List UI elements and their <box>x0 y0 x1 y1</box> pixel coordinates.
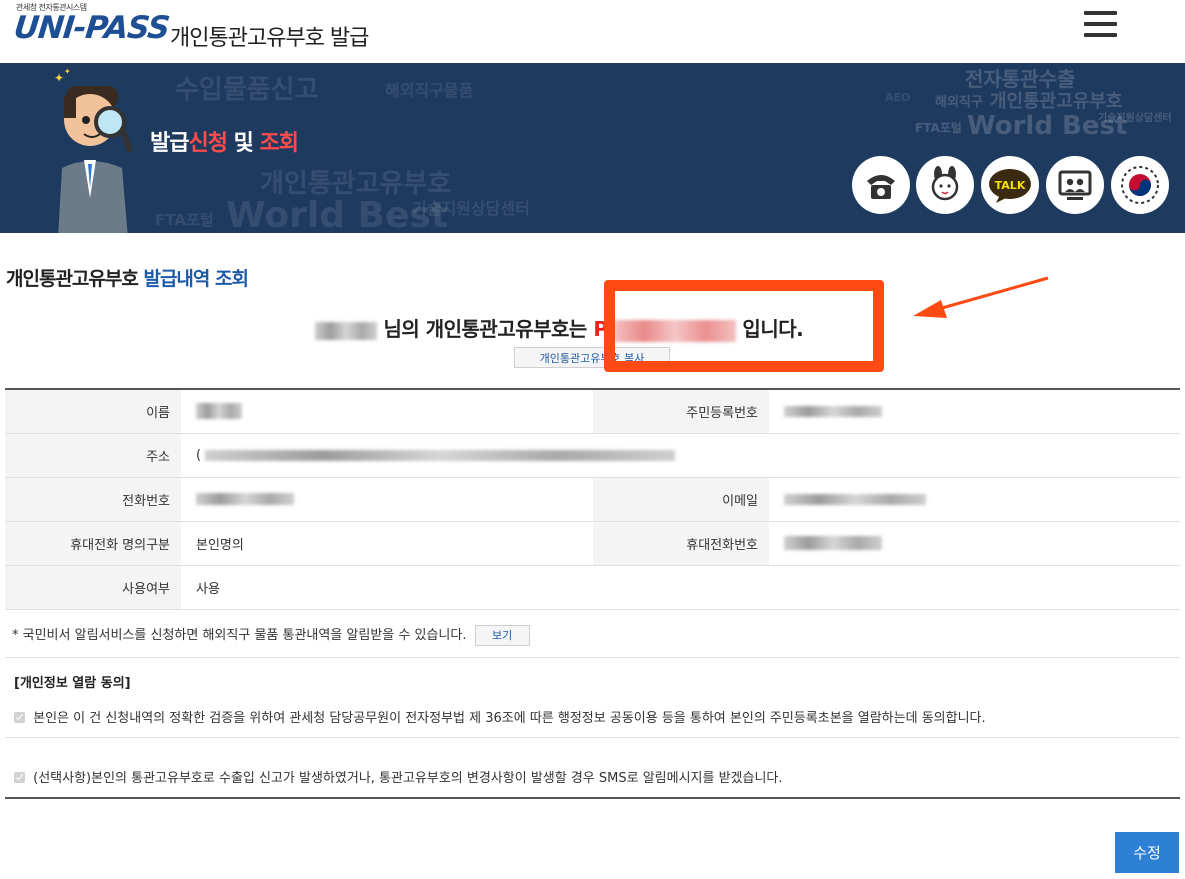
hamburger-menu-icon[interactable] <box>1084 11 1117 38</box>
blurred-name <box>315 321 377 340</box>
consent-item-2: (선택사항)본인의 통관고유부호로 수출입 신고가 발생하였거나, 통관고유부호… <box>14 767 783 786</box>
banner: 수입물품신고 해외직구물품 개인통관고유부호 World Best 기술지원상담… <box>0 63 1185 233</box>
table-row: 이름 주민등록번호 <box>5 389 1180 434</box>
svg-text:✦: ✦ <box>64 68 71 76</box>
table-row: 사용여부 사용 <box>5 565 1180 610</box>
unipass-logo[interactable]: UNI-PASS <box>12 10 171 46</box>
banner-title: 발급신청 및 조회 <box>150 131 299 156</box>
view-button[interactable]: 보기 <box>474 625 530 646</box>
section-title: 개인통관고유부호 발급내역 조회 <box>6 268 249 290</box>
video-consult-icon[interactable] <box>1046 156 1104 214</box>
banner-bg-word: 수입물품신고 <box>175 75 319 105</box>
name-label: 이름 <box>5 389 181 434</box>
talk-icon[interactable]: TALK <box>981 156 1039 214</box>
banner-bg-word: 해외직구 <box>935 95 983 110</box>
email-value <box>769 477 1180 522</box>
address-value: ( <box>181 433 1180 478</box>
talk-icon-label: TALK <box>995 179 1026 192</box>
mobile-type-label: 휴대전화 명의구분 <box>5 521 181 566</box>
divider <box>5 657 1180 658</box>
table-row: 주소 ( <box>5 433 1180 478</box>
notice-text: * 국민비서 알림서비스를 신청하면 해외직구 물품 통관내역을 알림받을 수 … <box>12 624 530 646</box>
banner-bg-word: FTA포털 <box>155 211 214 229</box>
consent-checkbox-2[interactable] <box>14 772 25 783</box>
banner-bg-word: 해외직구물품 <box>385 81 474 100</box>
table-row: 전화번호 이메일 <box>5 477 1180 522</box>
divider <box>5 737 1180 738</box>
mobile-value <box>769 521 1180 566</box>
use-value: 사용 <box>181 565 1180 610</box>
svg-text:✦: ✦ <box>54 71 64 85</box>
rrn-label: 주민등록번호 <box>593 389 769 434</box>
header: 관세청 전자통관시스템 UNI-PASS 개인통관고유부호 발급 <box>0 0 1185 63</box>
phone-label: 전화번호 <box>5 477 181 522</box>
consent-item-2-label: (선택사항)본인의 통관고유부호로 수출입 신고가 발생하였거나, 통관고유부호… <box>33 771 783 786</box>
annotation-arrow-icon <box>913 276 1049 318</box>
email-label: 이메일 <box>593 477 769 522</box>
use-label: 사용여부 <box>5 565 181 610</box>
banner-bg-word: 기술지원상담센터 <box>1098 113 1172 124</box>
phone-value <box>181 477 593 522</box>
consent-checkbox-1[interactable] <box>14 712 25 723</box>
name-value <box>181 389 593 434</box>
government-emblem-icon[interactable] <box>1111 156 1169 214</box>
banner-bg-word: AEO <box>885 91 911 104</box>
page-title: 개인통관고유부호 발급 <box>170 26 369 51</box>
consent-item-1: 본인은 이 건 신청내역의 정확한 검증을 위하여 관세청 담당공무원이 전자정… <box>14 707 986 726</box>
address-label: 주소 <box>5 433 181 478</box>
consent-item-1-label: 본인은 이 건 신청내역의 정확한 검증을 위하여 관세청 담당공무원이 전자정… <box>33 711 986 726</box>
table-row: 휴대전화 명의구분 본인명의 휴대전화번호 <box>5 521 1180 566</box>
mascot-icon[interactable] <box>916 156 974 214</box>
banner-bg-word: 기술지원상담센터 <box>412 199 530 218</box>
highlight-box <box>604 280 884 372</box>
mascot-character-icon: ✦ ✦ <box>54 68 134 233</box>
divider <box>5 797 1180 799</box>
rrn-value <box>769 389 1180 434</box>
phone-icon[interactable] <box>852 156 910 214</box>
banner-bg-word: FTA포털 <box>915 121 962 135</box>
consent-title: [개인정보 열람 동의] <box>14 676 131 691</box>
info-table: 이름 주민등록번호 주소 ( 전화번호 이메일 휴대전화 명의구분 본인명의 휴… <box>5 388 1180 610</box>
mobile-label: 휴대전화번호 <box>593 521 769 566</box>
mobile-type-value: 본인명의 <box>181 521 593 566</box>
edit-button[interactable]: 수정 <box>1115 832 1179 873</box>
